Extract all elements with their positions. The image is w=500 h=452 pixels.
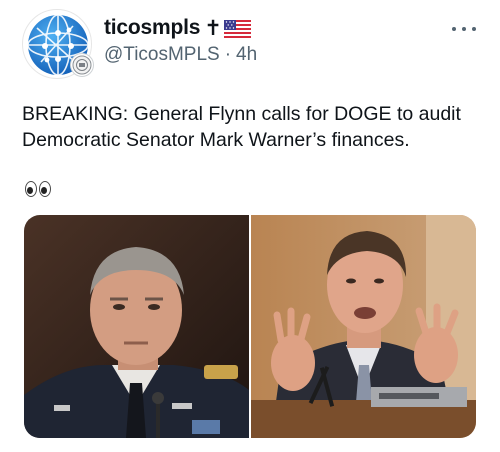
display-name[interactable]: ticosmpls [104,16,200,40]
more-dot-icon [462,27,466,31]
more-dot-icon [452,27,456,31]
eye-icon [39,181,51,197]
media-grid[interactable] [24,215,476,438]
us-flag-icon [223,20,251,38]
eyes-emoji-icon [24,180,54,200]
tweet-text: BREAKING: General Flynn calls for DOGE t… [22,103,461,151]
timestamp[interactable]: 4h [236,44,257,66]
eye-icon [25,181,37,197]
meta-row: @TicosMPLS · 4h [104,44,440,66]
cross-icon: ✝ [204,16,222,40]
separator-dot: · [224,44,232,65]
user-handle[interactable]: @TicosMPLS [104,44,220,66]
more-dot-icon [472,27,476,31]
government-seal-badge-icon [70,53,94,77]
tweet-header: ticosmpls ✝ @TicosMPLS · 4h [104,14,440,66]
photo-right[interactable] [251,215,476,438]
name-row: ticosmpls ✝ [104,14,440,42]
more-options-button[interactable] [452,20,478,38]
photo-left[interactable] [24,215,249,438]
tweet[interactable]: ticosmpls ✝ @TicosMPLS · 4h BREAKING: Ge… [0,0,500,452]
